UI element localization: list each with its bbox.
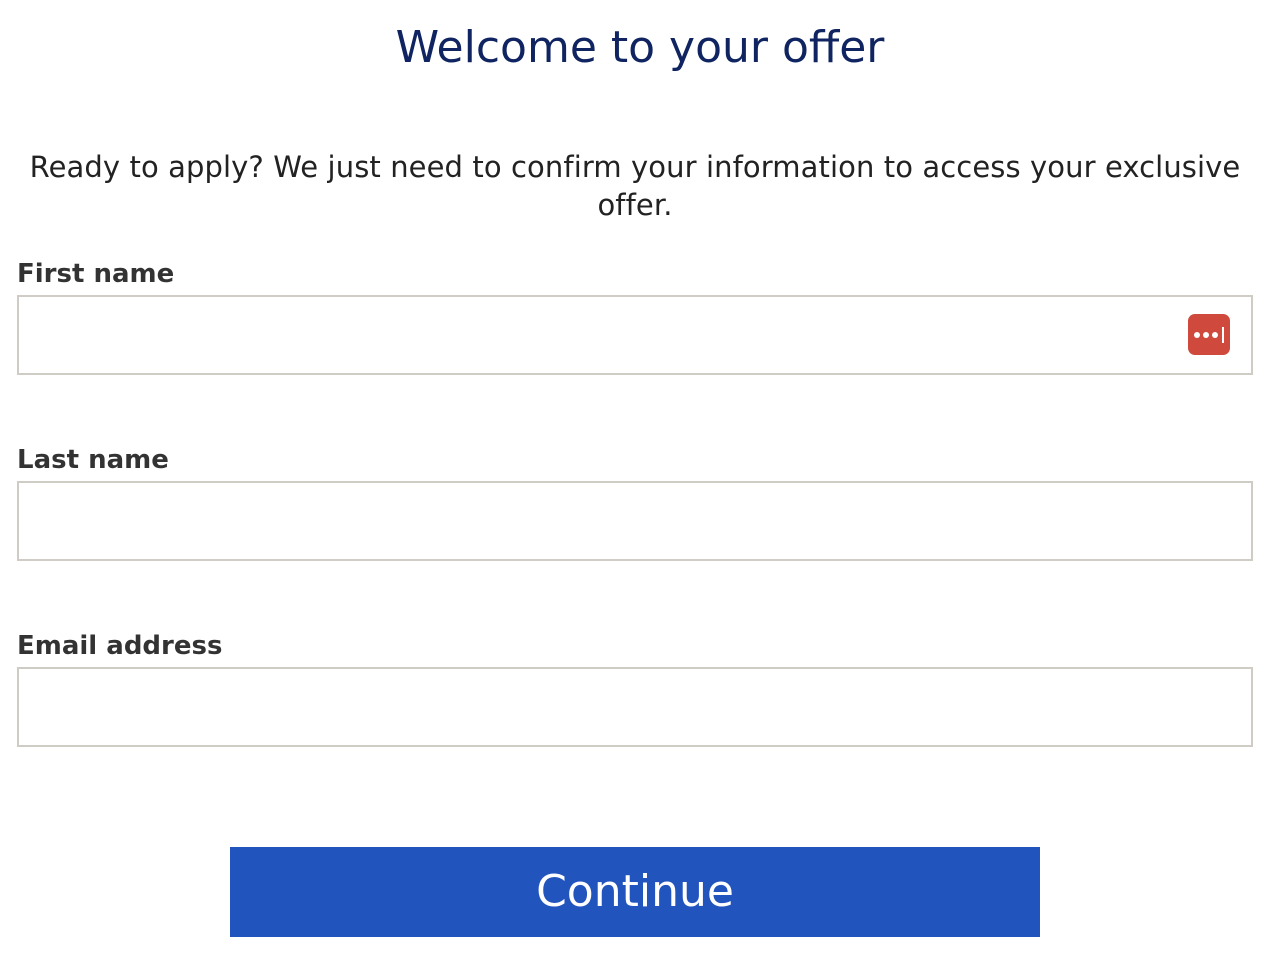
cursor-icon	[1222, 326, 1224, 343]
last-name-input[interactable]	[17, 481, 1253, 561]
dot-icon	[1203, 331, 1209, 338]
password-manager-icon[interactable]	[1188, 314, 1230, 355]
email-input[interactable]	[17, 667, 1253, 747]
continue-button[interactable]: Continue	[230, 847, 1040, 937]
offer-page: Welcome to your offer Ready to apply? We…	[0, 0, 1280, 967]
dot-icon	[1212, 331, 1218, 338]
page-subtitle: Ready to apply? We just need to confirm …	[29, 150, 1241, 222]
page-title: Welcome to your offer	[395, 22, 885, 73]
email-label: Email address	[17, 631, 223, 661]
last-name-label: Last name	[17, 445, 169, 475]
first-name-input[interactable]	[17, 295, 1253, 375]
dot-icon	[1194, 331, 1200, 338]
first-name-label: First name	[17, 259, 175, 289]
